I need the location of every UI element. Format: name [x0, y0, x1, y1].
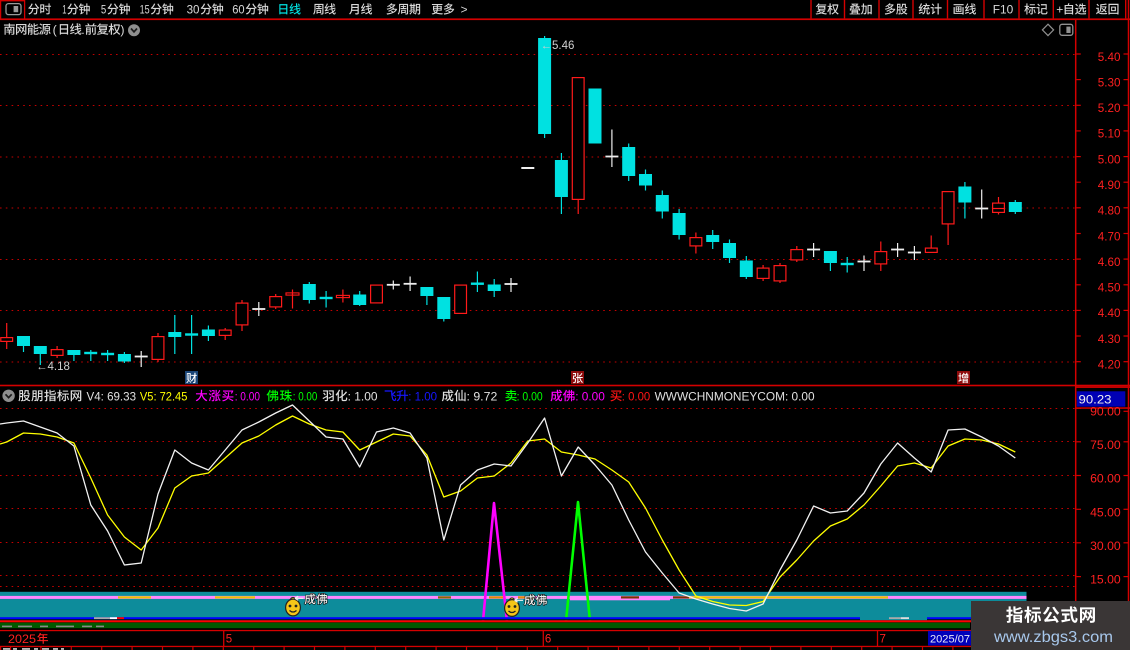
svg-text:15.00: 15.00: [1090, 573, 1121, 587]
svg-text:4.20: 4.20: [1098, 359, 1121, 372]
svg-text:4.80: 4.80: [1098, 205, 1121, 218]
svg-text:>: >: [461, 3, 468, 17]
svg-text:V4: 69.33: V4: 69.33: [87, 389, 137, 403]
svg-text:www.zbgs3.com: www.zbgs3.com: [993, 629, 1113, 646]
svg-text:.: .: [81, 23, 84, 37]
svg-text:1: 1: [62, 3, 66, 17]
svg-text:5.40: 5.40: [1098, 51, 1121, 64]
svg-text:4.70: 4.70: [1098, 230, 1121, 243]
svg-text:: 0.00: : 0.00: [622, 389, 651, 403]
svg-text:60: 60: [232, 3, 245, 17]
svg-text:5: 5: [101, 3, 107, 17]
svg-text:: 1.00: : 1.00: [348, 389, 378, 403]
svg-text:WWWCHNMONEYCOM: 0.00: WWWCHNMONEYCOM: 0.00: [655, 389, 815, 403]
svg-text:4.50: 4.50: [1098, 282, 1121, 295]
svg-text:←4.18: ←4.18: [36, 361, 70, 373]
svg-text:4.30: 4.30: [1098, 333, 1121, 346]
svg-text:15: 15: [140, 3, 150, 17]
svg-text:90.00: 90.00: [1090, 404, 1121, 418]
svg-text:2025: 2025: [8, 634, 36, 646]
svg-text:(: (: [53, 23, 58, 37]
svg-text:2025/07: 2025/07: [930, 634, 970, 646]
svg-text:: 0.00: : 0.00: [517, 389, 543, 403]
svg-text:30: 30: [187, 3, 200, 17]
svg-text:6: 6: [545, 634, 551, 646]
svg-text:4.40: 4.40: [1098, 307, 1121, 320]
svg-text:45.00: 45.00: [1090, 505, 1121, 519]
svg-text:): ): [120, 23, 124, 37]
svg-text:7: 7: [880, 634, 886, 646]
svg-text:5.20: 5.20: [1098, 102, 1121, 115]
svg-text:←5.46: ←5.46: [541, 40, 575, 52]
svg-text:+: +: [1056, 3, 1063, 17]
svg-text:: 0.00: : 0.00: [293, 389, 318, 403]
svg-text:: 9.72: : 9.72: [467, 389, 498, 403]
svg-text:75.00: 75.00: [1090, 438, 1121, 452]
svg-text:5.00: 5.00: [1098, 153, 1121, 166]
svg-text:4.90: 4.90: [1098, 179, 1121, 192]
svg-text:30.00: 30.00: [1090, 539, 1121, 553]
svg-text:: 1.00: : 1.00: [408, 389, 437, 403]
svg-text:4.60: 4.60: [1098, 256, 1121, 269]
svg-text:5.30: 5.30: [1098, 76, 1121, 89]
svg-text:60.00: 60.00: [1090, 472, 1121, 486]
svg-text:5.10: 5.10: [1098, 128, 1121, 141]
svg-text:F10: F10: [993, 3, 1014, 17]
svg-text:V5: 72.45: V5: 72.45: [140, 389, 188, 403]
svg-text:: 0.00: : 0.00: [235, 389, 261, 403]
svg-text:5: 5: [226, 634, 232, 646]
svg-text:: 0.00: : 0.00: [575, 389, 605, 403]
